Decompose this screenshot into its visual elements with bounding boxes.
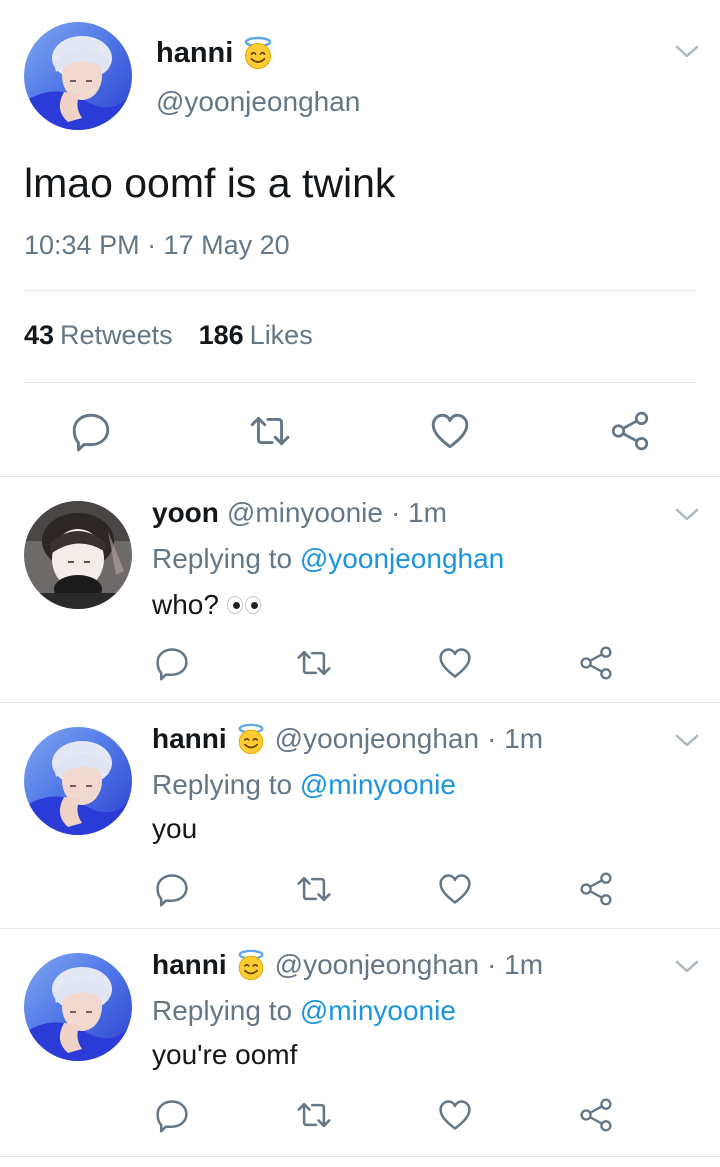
replying-to: Replying to @yoonjeonghan [152,543,504,575]
author-handle[interactable]: @yoonjeonghan [275,949,479,981]
reply-header: hanni @yoonjeonghan · 1m [152,949,543,981]
mention-link[interactable]: @minyoonie [300,769,456,800]
divider [24,290,696,291]
share-icon[interactable] [578,645,614,681]
reply-text: you [152,813,198,844]
reply-icon[interactable] [154,1097,190,1133]
author-handle[interactable]: @minyoonie [227,497,383,529]
retweet-icon[interactable] [296,1097,332,1133]
chevron-down-icon[interactable] [672,731,702,751]
retweets-label: Retweets [60,320,173,350]
halo-emoji-icon [241,36,275,70]
reply-time: · 1m [390,497,447,528]
like-icon[interactable] [437,1097,473,1133]
share-icon[interactable] [609,410,651,452]
avatar[interactable] [24,727,132,835]
avatar[interactable] [24,501,132,609]
reply-icon[interactable] [70,410,112,452]
chevron-down-icon[interactable] [672,42,702,62]
retweets-stat[interactable]: 43 Retweets [24,320,173,351]
mention-link[interactable]: @yoonjeonghan [300,543,504,574]
reply-tweet[interactable]: hanni @yoonjeonghan · 1m Replying to @mi… [0,703,720,929]
retweets-count: 43 [24,320,55,350]
reply-header: hanni @yoonjeonghan · 1m [152,723,543,755]
share-icon[interactable] [578,1097,614,1133]
avatar[interactable] [24,22,132,130]
reply-icon[interactable] [154,871,190,907]
reply-header: yoon @minyoonie · 1m [152,497,447,529]
reply-tweet[interactable]: yoon @minyoonie · 1m Replying to @yoonje… [0,477,720,703]
halo-emoji-icon [235,949,267,981]
main-tweet: hanni @yoonjeonghan lmao oomf is a twink… [0,0,720,477]
author-name[interactable]: hanni [156,37,233,70]
author-name[interactable]: hanni [152,949,227,981]
replying-to: Replying to @minyoonie [152,995,456,1027]
like-icon[interactable] [429,410,471,452]
likes-label: Likes [249,320,313,350]
share-icon[interactable] [578,871,614,907]
retweet-icon[interactable] [296,871,332,907]
reply-text: you're oomf [152,1039,298,1070]
likes-count: 186 [198,320,244,350]
eyes-emoji-icon [226,596,261,614]
replying-prefix: Replying to [152,543,293,574]
tweet-stats: 43 Retweets 186 Likes [24,320,313,351]
author-name[interactable]: yoon [152,497,219,529]
reply-time: · 1m [487,949,544,980]
reply-time: · 1m [487,723,544,754]
chevron-down-icon[interactable] [672,505,702,525]
reply-tweet[interactable]: hanni @yoonjeonghan · 1m Replying to @mi… [0,929,720,1157]
replying-prefix: Replying to [152,995,293,1026]
reply-text-row: who? [152,589,261,621]
author-handle[interactable]: @yoonjeonghan [156,86,360,118]
retweet-icon[interactable] [249,410,291,452]
chevron-down-icon[interactable] [672,957,702,977]
likes-stat[interactable]: 186 Likes [199,320,313,351]
reply-text: who? [152,589,219,620]
divider [24,382,696,383]
retweet-icon[interactable] [296,645,332,681]
tweet-timestamp: 10:34 PM · 17 May 20 [24,230,290,260]
replying-to: Replying to @minyoonie [152,769,456,801]
author-name[interactable]: hanni [152,723,227,755]
mention-link[interactable]: @minyoonie [300,995,456,1026]
replying-prefix: Replying to [152,769,293,800]
like-icon[interactable] [437,645,473,681]
author-name-row[interactable]: hanni [156,36,275,70]
halo-emoji-icon [235,723,267,755]
avatar[interactable] [24,953,132,1061]
tweet-text: lmao oomf is a twink [24,160,396,206]
author-handle[interactable]: @yoonjeonghan [275,723,479,755]
reply-icon[interactable] [154,645,190,681]
like-icon[interactable] [437,871,473,907]
